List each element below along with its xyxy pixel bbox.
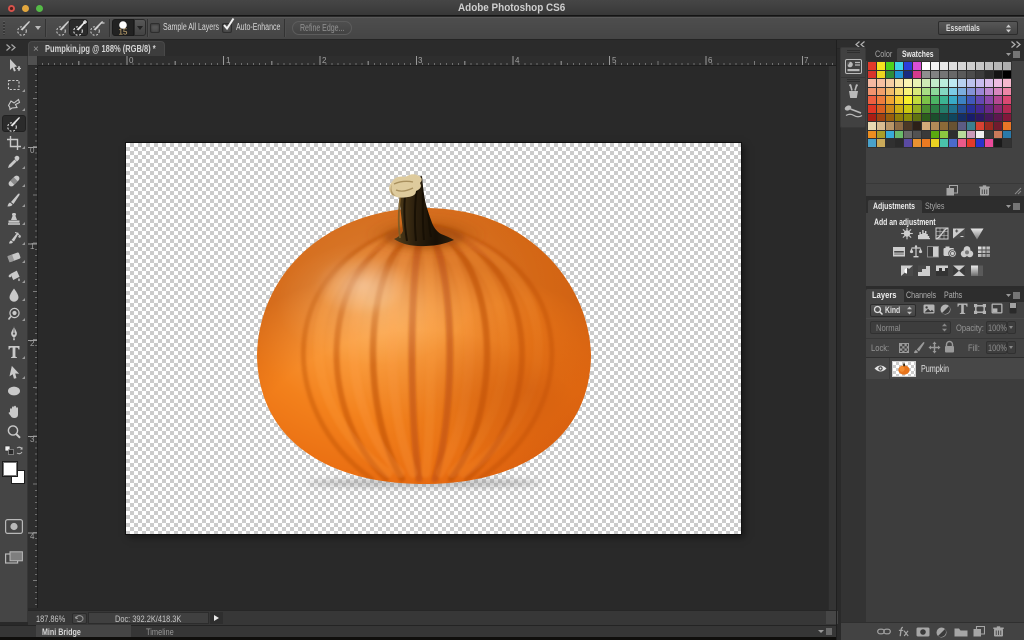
svg-text:15: 15: [119, 28, 128, 37]
